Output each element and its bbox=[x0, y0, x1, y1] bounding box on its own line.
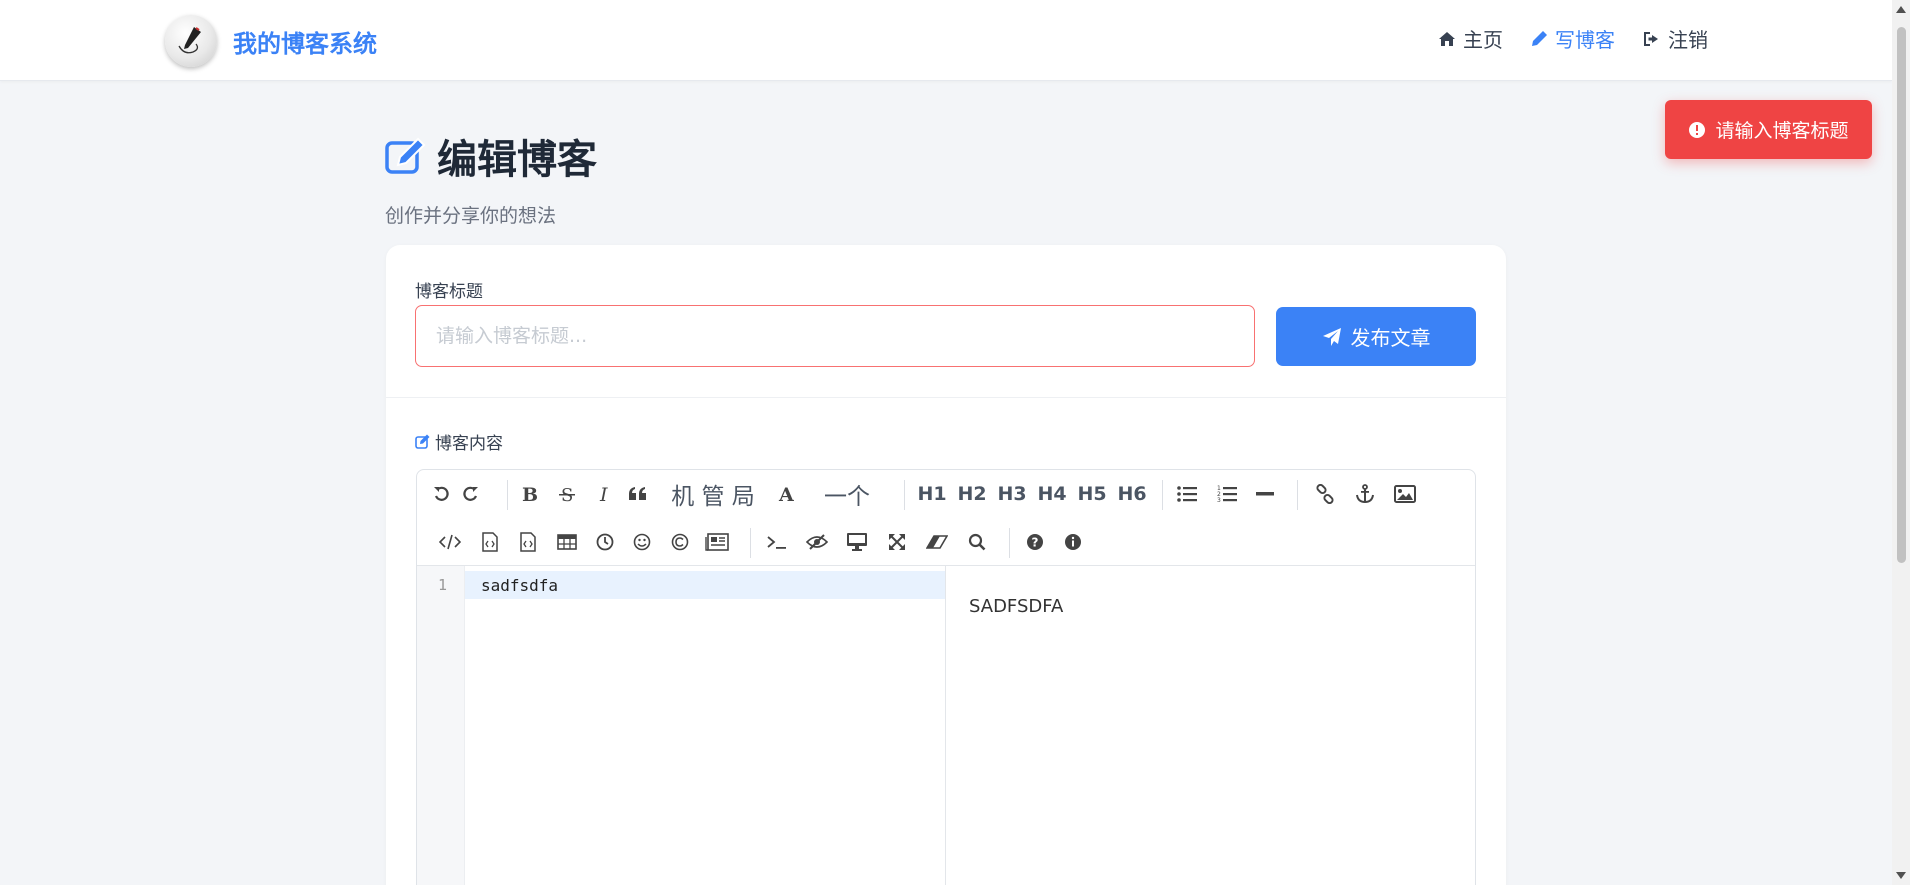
title-input[interactable] bbox=[415, 305, 1255, 367]
edit-icon bbox=[415, 434, 430, 449]
h2-button[interactable]: H2 bbox=[957, 479, 987, 509]
paper-plane-icon bbox=[1322, 327, 1341, 346]
help-icon[interactable]: ? bbox=[1020, 527, 1050, 557]
h6-button[interactable]: H6 bbox=[1117, 479, 1147, 509]
logo-icon bbox=[165, 15, 217, 67]
main-nav: 主页 写博客 注销 bbox=[1410, 24, 1708, 53]
divider bbox=[386, 397, 1506, 398]
scroll-down-arrow-icon[interactable] bbox=[1896, 872, 1906, 879]
h1-button[interactable]: H1 bbox=[917, 479, 947, 509]
quote-icon[interactable] bbox=[623, 479, 653, 509]
content-label-text: 博客内容 bbox=[435, 434, 503, 454]
h3-button[interactable]: H3 bbox=[997, 479, 1027, 509]
preformatted-icon[interactable] bbox=[513, 527, 543, 557]
page-title-text: 编辑博客 bbox=[437, 137, 597, 183]
scroll-up-arrow-icon[interactable] bbox=[1896, 6, 1906, 13]
preview-text: SADFSDFA bbox=[969, 596, 1064, 617]
link-icon[interactable] bbox=[1310, 479, 1340, 509]
ordered-list-icon[interactable]: 123 bbox=[1212, 479, 1242, 509]
toolbar-separator bbox=[750, 528, 751, 558]
page-title: 编辑博客 bbox=[385, 127, 597, 185]
publish-button[interactable]: 发布文章 bbox=[1276, 307, 1476, 366]
undo-icon[interactable] bbox=[427, 479, 457, 509]
title-label: 博客标题 bbox=[415, 282, 483, 302]
eraser-icon[interactable] bbox=[922, 527, 952, 557]
bold-icon[interactable]: B bbox=[514, 479, 544, 509]
toolbar-separator bbox=[904, 480, 905, 510]
svg-text:B: B bbox=[522, 485, 537, 503]
info-icon[interactable] bbox=[1058, 527, 1088, 557]
table-icon[interactable] bbox=[552, 527, 582, 557]
toolbar-row-2: ? bbox=[417, 518, 1475, 566]
top-navbar: 我的博客系统 主页 写博客 注销 bbox=[0, 0, 1892, 81]
clock-icon[interactable] bbox=[590, 527, 620, 557]
svg-text:A: A bbox=[778, 485, 794, 503]
nav-home[interactable]: 主页 bbox=[1438, 24, 1503, 53]
page-heading: 编辑博客 创作并分享你的想法 bbox=[385, 127, 597, 228]
exclamation-circle-icon bbox=[1689, 121, 1706, 138]
markdown-preview-pane: SADFSDFA bbox=[947, 566, 1475, 885]
toolbar-separator bbox=[1009, 528, 1010, 558]
anchor-icon[interactable] bbox=[1350, 479, 1380, 509]
editor-card: 博客标题 发布文章 博客内容 B bbox=[386, 245, 1506, 885]
toolbar-separator bbox=[1162, 480, 1163, 510]
toolbar-row-1: B S I 机 管 局 A 一个 H1 H2 H3 H4 H5 H6 1 2 3 bbox=[417, 470, 1475, 518]
cjk-buttons[interactable]: 机 管 局 bbox=[669, 479, 757, 510]
code-block-icon[interactable] bbox=[475, 527, 505, 557]
markdown-code-pane[interactable]: 1 sadfsdfa bbox=[417, 566, 946, 885]
eye-slash-icon[interactable] bbox=[802, 527, 832, 557]
code-icon[interactable] bbox=[435, 527, 465, 557]
nav-home-label: 主页 bbox=[1463, 28, 1503, 52]
emoji-icon[interactable] bbox=[627, 527, 657, 557]
scrollbar-thumb[interactable] bbox=[1897, 27, 1906, 563]
toolbar-separator bbox=[507, 480, 508, 510]
strikethrough-icon[interactable]: S bbox=[552, 479, 582, 509]
nav-logout[interactable]: 注销 bbox=[1643, 24, 1708, 53]
content-label: 博客内容 bbox=[415, 429, 503, 454]
error-toast: 请输入博客标题 bbox=[1665, 100, 1872, 159]
svg-text:3: 3 bbox=[1217, 497, 1221, 503]
h4-button[interactable]: H4 bbox=[1037, 479, 1067, 509]
fullscreen-icon[interactable] bbox=[882, 527, 912, 557]
code-line[interactable]: sadfsdfa bbox=[481, 576, 558, 595]
nav-write-blog-label: 写博客 bbox=[1555, 28, 1615, 52]
h5-button[interactable]: H5 bbox=[1077, 479, 1107, 509]
markdown-editor: B S I 机 管 局 A 一个 H1 H2 H3 H4 H5 H6 1 2 3… bbox=[416, 469, 1476, 885]
search-icon[interactable] bbox=[962, 527, 992, 557]
terminal-icon[interactable] bbox=[762, 527, 792, 557]
line-gutter: 1 bbox=[417, 566, 465, 885]
page-scrollbar[interactable] bbox=[1892, 0, 1910, 885]
horizontal-rule-icon[interactable] bbox=[1250, 479, 1280, 509]
editor-toolbar: B S I 机 管 局 A 一个 H1 H2 H3 H4 H5 H6 1 2 3… bbox=[417, 470, 1475, 566]
publish-button-label: 发布文章 bbox=[1350, 326, 1431, 350]
copyright-icon[interactable] bbox=[665, 527, 695, 557]
svg-text:?: ? bbox=[1032, 536, 1039, 550]
edit-icon bbox=[385, 137, 426, 174]
brand[interactable]: 我的博客系统 bbox=[165, 15, 377, 67]
italic-icon[interactable]: I bbox=[590, 479, 620, 509]
page-subtitle: 创作并分享你的想法 bbox=[385, 205, 557, 227]
yige-button[interactable]: 一个 bbox=[817, 479, 877, 510]
sign-out-icon bbox=[1644, 31, 1658, 46]
line-number: 1 bbox=[437, 576, 447, 594]
pencil-icon bbox=[1532, 31, 1547, 46]
image-icon[interactable] bbox=[1390, 479, 1420, 509]
nav-write-blog[interactable]: 写博客 bbox=[1531, 24, 1615, 53]
redo-icon[interactable] bbox=[455, 479, 485, 509]
desktop-icon[interactable] bbox=[842, 527, 872, 557]
nav-logout-label: 注销 bbox=[1668, 28, 1708, 52]
toast-message: 请输入博客标题 bbox=[1715, 120, 1849, 142]
unordered-list-icon[interactable] bbox=[1172, 479, 1202, 509]
newspaper-icon[interactable] bbox=[702, 527, 732, 557]
svg-text:I: I bbox=[599, 485, 608, 503]
font-icon[interactable]: A bbox=[772, 479, 802, 509]
brand-title: 我的博客系统 bbox=[233, 29, 377, 58]
home-icon bbox=[1439, 31, 1455, 46]
toolbar-separator bbox=[1297, 480, 1298, 510]
